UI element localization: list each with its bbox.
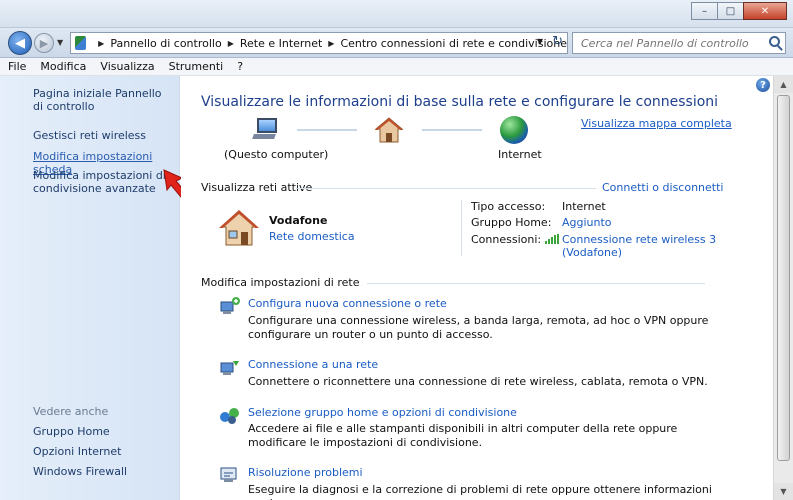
see-also-heading: Vedere anche <box>33 405 109 418</box>
wireless-connection-link[interactable]: Connessione rete wireless 3 <box>562 233 716 246</box>
back-button[interactable]: ◀ <box>8 31 32 55</box>
sidebar-item-advanced-sharing[interactable]: Modifica impostazioni di condivisione av… <box>33 169 173 195</box>
view-full-map-link[interactable]: Visualizza mappa completa <box>581 117 732 130</box>
close-button[interactable]: ✕ <box>743 2 787 20</box>
homegroup-label: Gruppo Home: <box>471 216 552 229</box>
divider <box>461 200 462 256</box>
address-bar[interactable]: ▶ Pannello di controllo ▶ Rete e Interne… <box>70 32 568 54</box>
connections-label: Connessioni: <box>471 233 542 246</box>
sidebar-item-homegroup[interactable]: Gruppo Home <box>33 425 173 438</box>
wireless-signal-icon <box>545 234 559 244</box>
window-controls: – □ ✕ <box>691 2 787 20</box>
internet-label: Internet <box>498 148 542 161</box>
task-troubleshoot-desc: Eseguire la diagnosi e la correzione di … <box>248 483 712 500</box>
recent-pages-dropdown[interactable]: ▼ <box>57 38 63 47</box>
home-network-icon <box>219 210 259 246</box>
breadcrumb: ▶ Pannello di controllo ▶ Rete e Interne… <box>92 37 567 50</box>
task-troubleshoot-link[interactable]: Risoluzione problemi <box>248 466 363 479</box>
search-icon[interactable] <box>769 36 780 47</box>
forward-button[interactable]: ▶ <box>34 33 54 53</box>
scroll-thumb[interactable] <box>777 95 790 461</box>
computer-label: (Questo computer) <box>224 148 329 161</box>
menu-file[interactable]: File <box>8 60 26 73</box>
task-homegroup-link[interactable]: Selezione gruppo home e opzioni di condi… <box>248 406 517 419</box>
task-connect-network-link[interactable]: Connessione a una rete <box>248 358 378 371</box>
refresh-icon[interactable]: ↻ <box>552 34 563 49</box>
map-connection-line <box>422 129 482 131</box>
connect-network-icon <box>220 361 239 375</box>
menu-view[interactable]: Visualizza <box>100 60 154 73</box>
access-type-label: Tipo accesso: <box>471 200 546 213</box>
title-bar: – □ ✕ <box>0 0 793 28</box>
map-connection-line <box>297 129 357 131</box>
chevron-right-icon[interactable]: ▶ <box>328 39 334 48</box>
sidebar-item-wireless[interactable]: Gestisci reti wireless <box>33 129 173 142</box>
minimize-button[interactable]: – <box>691 2 718 20</box>
control-panel-icon <box>75 36 87 50</box>
address-dropdown-icon[interactable]: ▼ <box>537 37 543 46</box>
sidebar-item-internet-options[interactable]: Opzioni Internet <box>33 445 173 458</box>
task-connect-network-desc: Connettere o riconnettere una connession… <box>248 375 708 388</box>
homegroup-sharing-icon <box>220 408 239 424</box>
task-new-connection-link[interactable]: Configura nuova connessione o rete <box>248 297 447 310</box>
new-connection-icon <box>220 297 240 314</box>
menu-edit[interactable]: Modifica <box>40 60 86 73</box>
breadcrumb-network-center[interactable]: Centro connessioni di rete e condivision… <box>340 37 567 50</box>
breadcrumb-control-panel[interactable]: Pannello di controllo <box>110 37 221 50</box>
chevron-right-icon[interactable]: ▶ <box>228 39 234 48</box>
breadcrumb-network-internet[interactable]: Rete e Internet <box>240 37 322 50</box>
homegroup-link[interactable]: Aggiunto <box>562 216 612 229</box>
help-icon[interactable]: ? <box>756 78 770 92</box>
menu-help[interactable]: ? <box>237 60 243 73</box>
sidebar-item-firewall[interactable]: Windows Firewall <box>33 465 173 478</box>
navigation-bar: ◀ ▶ ▼ ▶ Pannello di controllo ▶ Rete e I… <box>0 28 793 58</box>
divider <box>367 283 705 284</box>
maximize-button[interactable]: □ <box>717 2 744 20</box>
scroll-up-icon[interactable]: ▲ <box>774 76 793 93</box>
task-homegroup-desc: Accedere ai file e alle stampanti dispon… <box>248 422 678 449</box>
menu-bar: File Modifica Visualizza Strumenti ? <box>0 58 793 76</box>
menu-tools[interactable]: Strumenti <box>169 60 224 73</box>
scroll-down-icon[interactable]: ▼ <box>774 483 793 500</box>
chevron-right-icon: ▶ <box>98 38 105 48</box>
sidebar-item-home[interactable]: Pagina iniziale Pannello di controllo <box>33 87 173 113</box>
page-title: Visualizzare le informazioni di base sul… <box>201 94 719 110</box>
home-network-icon[interactable] <box>374 116 404 144</box>
troubleshoot-icon <box>220 467 237 482</box>
search-box[interactable] <box>572 32 786 54</box>
change-settings-heading: Modifica impostazioni di rete <box>201 276 360 289</box>
search-input[interactable] <box>573 33 753 53</box>
vertical-scrollbar[interactable]: ▲ ▼ <box>773 76 793 500</box>
access-type-value: Internet <box>562 200 606 213</box>
connect-disconnect-link[interactable]: Connetti o disconnetti <box>602 181 723 194</box>
wireless-connection-ssid[interactable]: (Vodafone) <box>562 246 622 259</box>
computer-icon[interactable] <box>251 116 281 142</box>
task-new-connection-desc: Configurare una connessione wireless, a … <box>248 314 709 341</box>
network-type-link[interactable]: Rete domestica <box>269 230 355 243</box>
internet-globe-icon[interactable] <box>500 116 528 144</box>
divider <box>296 188 596 189</box>
network-name: Vodafone <box>269 214 328 227</box>
